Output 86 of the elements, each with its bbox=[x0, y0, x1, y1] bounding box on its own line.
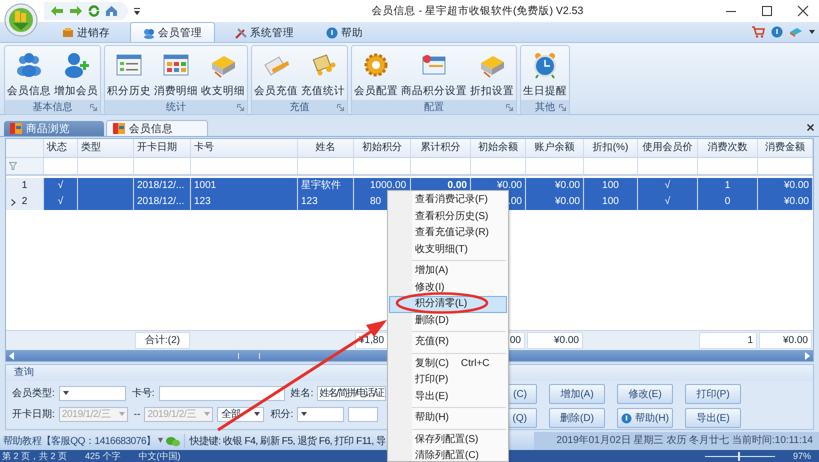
ribbon-tab[interactable]: 帮助 bbox=[314, 23, 375, 42]
menu-item[interactable]: 删除(D) bbox=[389, 312, 507, 329]
field-label: 会员类型: bbox=[12, 386, 55, 400]
menu-item[interactable]: 收支明细(T) bbox=[389, 242, 507, 258]
group-title: 基本信息 bbox=[32, 100, 72, 114]
row-number: 2 bbox=[22, 196, 28, 207]
group-title: 配置 bbox=[424, 100, 444, 114]
field-label: 卡号: bbox=[132, 386, 155, 400]
menu-item[interactable]: 复制(C) Ctrl+C bbox=[389, 356, 507, 372]
column-header[interactable]: 状态 bbox=[44, 139, 78, 157]
row-header-cell[interactable]: 2 bbox=[6, 194, 44, 210]
ribbon-tab[interactable]: 系统管理 bbox=[223, 23, 306, 42]
ribbon-button[interactable]: 会员信息 bbox=[7, 48, 51, 100]
help-menu[interactable]: 帮助教程【客服QQ：1416683076】 ▾ bbox=[0, 434, 162, 448]
status-text: 425 个字 bbox=[85, 450, 121, 462]
table-cell: ¥0.00 bbox=[526, 194, 584, 210]
column-header[interactable]: 初始余额 bbox=[471, 139, 526, 157]
ribbon-button[interactable]: 商品积分设置 bbox=[401, 48, 467, 100]
ribbon-button[interactable]: 积分历史 bbox=[107, 48, 151, 100]
column-header[interactable]: 姓名 bbox=[298, 139, 354, 157]
ribbon-button[interactable]: 折扣设置 bbox=[470, 48, 514, 100]
ribbon-button[interactable]: 充值统计 bbox=[301, 48, 345, 100]
field-label: 开卡日期: bbox=[12, 408, 55, 421]
ribbon-tab[interactable]: 进销存 bbox=[50, 23, 122, 42]
action-button[interactable]: 增加(A) bbox=[549, 384, 605, 404]
column-header[interactable]: 类型 bbox=[78, 139, 134, 157]
menu-item[interactable]: 保存列配置(S) bbox=[389, 432, 507, 448]
summary-cell: 1 bbox=[699, 332, 757, 349]
group-title: 充值 bbox=[290, 100, 310, 114]
ribbon-button[interactable]: 收支明细 bbox=[201, 48, 245, 100]
help-button[interactable]: 帮助(H) bbox=[617, 408, 673, 428]
summary-cell: ¥0.00 bbox=[527, 332, 583, 349]
menu-item[interactable]: 查看充值记录(R) bbox=[389, 225, 507, 242]
column-header[interactable]: 累计积分 bbox=[411, 139, 471, 157]
ribbon-button[interactable]: 增加会员 bbox=[54, 48, 98, 100]
summary-cell: 合计:(2) bbox=[135, 332, 190, 349]
row-number: 1 bbox=[22, 180, 28, 191]
menu-item[interactable]: 增加(A) bbox=[389, 263, 507, 280]
ribbon-tab[interactable]: 会员管理 bbox=[130, 22, 215, 42]
table-cell: √ bbox=[44, 194, 78, 210]
column-header[interactable]: 使用会员价 bbox=[638, 139, 698, 157]
input-field[interactable]: 姓名/简拼/电话/证 bbox=[317, 386, 386, 400]
table-cell: ¥0.00 bbox=[758, 194, 813, 210]
row-header-cell[interactable]: 1 bbox=[6, 178, 44, 194]
column-header[interactable]: 折扣(%) bbox=[584, 139, 638, 157]
table-cell: 0 bbox=[698, 194, 758, 210]
status-text: 第 2 页，共 2 页 bbox=[2, 450, 68, 462]
field-label: 积分: bbox=[270, 408, 294, 421]
action-button[interactable]: 打印(P) bbox=[685, 384, 741, 404]
column-header[interactable]: 卡号 bbox=[191, 139, 298, 157]
menu-item[interactable]: 打印(P) bbox=[389, 372, 507, 388]
ribbon-button[interactable]: 消费明细 bbox=[154, 48, 198, 100]
window-title: 会员信息 - 星宇超市收银软件(免费版) V2.53 bbox=[370, 4, 584, 18]
table-cell: 123 bbox=[191, 194, 298, 210]
menu-item[interactable]: 清除列配置(C) bbox=[389, 448, 507, 461]
ribbon-button[interactable]: 会员充值 bbox=[254, 48, 298, 100]
ribbon-button[interactable]: 生日提醒 bbox=[523, 48, 567, 100]
column-header[interactable]: 消费次数 bbox=[698, 139, 758, 157]
range-separator: -- bbox=[134, 408, 140, 420]
action-button[interactable]: 导出(E) bbox=[685, 408, 741, 428]
column-header[interactable]: 初始积分 bbox=[354, 139, 411, 157]
table-row[interactable]: 1 √ 2018/12/... 1001 星宇软件 1000.00 0.00 ¥0.00 ¥0.00 100 √ 1 ¥0.00 bbox=[6, 178, 813, 194]
document-tab[interactable]: 会员信息 bbox=[106, 120, 208, 136]
menu-item[interactable]: 帮助(H) bbox=[389, 410, 507, 426]
panel-title: 查询 bbox=[14, 367, 34, 378]
menu-item[interactable]: 查看积分历史(S) bbox=[389, 208, 507, 225]
date-time: 2019年01月02日 星期三 农历 冬月廿七 当前时间:10:11:14 bbox=[534, 432, 819, 450]
menu-item[interactable]: 导出(E) bbox=[389, 388, 507, 405]
summary-cell: ¥0.00 bbox=[759, 332, 812, 349]
table-cell: 2018/12/... bbox=[134, 194, 191, 210]
column-header[interactable]: 账户余额 bbox=[526, 139, 584, 157]
shortcut-hint: 快捷键: 收银 F4, 刷新 F5, 退货 F6, 打印 F11, 导 bbox=[184, 434, 386, 448]
group-title: 其他 bbox=[535, 100, 555, 114]
column-header[interactable]: 消费金额 bbox=[758, 139, 813, 157]
field-label: 姓名: bbox=[290, 387, 314, 400]
menu-item[interactable]: 修改(I) bbox=[389, 280, 507, 296]
table-cell: 123 bbox=[298, 194, 354, 210]
zoom-level: 97% bbox=[792, 450, 812, 462]
group-title: 统计 bbox=[166, 100, 186, 114]
action-button[interactable]: 修改(E) bbox=[617, 384, 673, 404]
action-button[interactable]: 删除(D) bbox=[549, 408, 605, 428]
status-text: 中文(中国) bbox=[138, 450, 181, 462]
ribbon-button[interactable]: 会员配置 bbox=[354, 48, 398, 100]
table-cell: 100 bbox=[584, 194, 638, 210]
column-header[interactable]: 开卡日期 bbox=[134, 139, 191, 157]
table-cell: √ bbox=[638, 194, 698, 210]
